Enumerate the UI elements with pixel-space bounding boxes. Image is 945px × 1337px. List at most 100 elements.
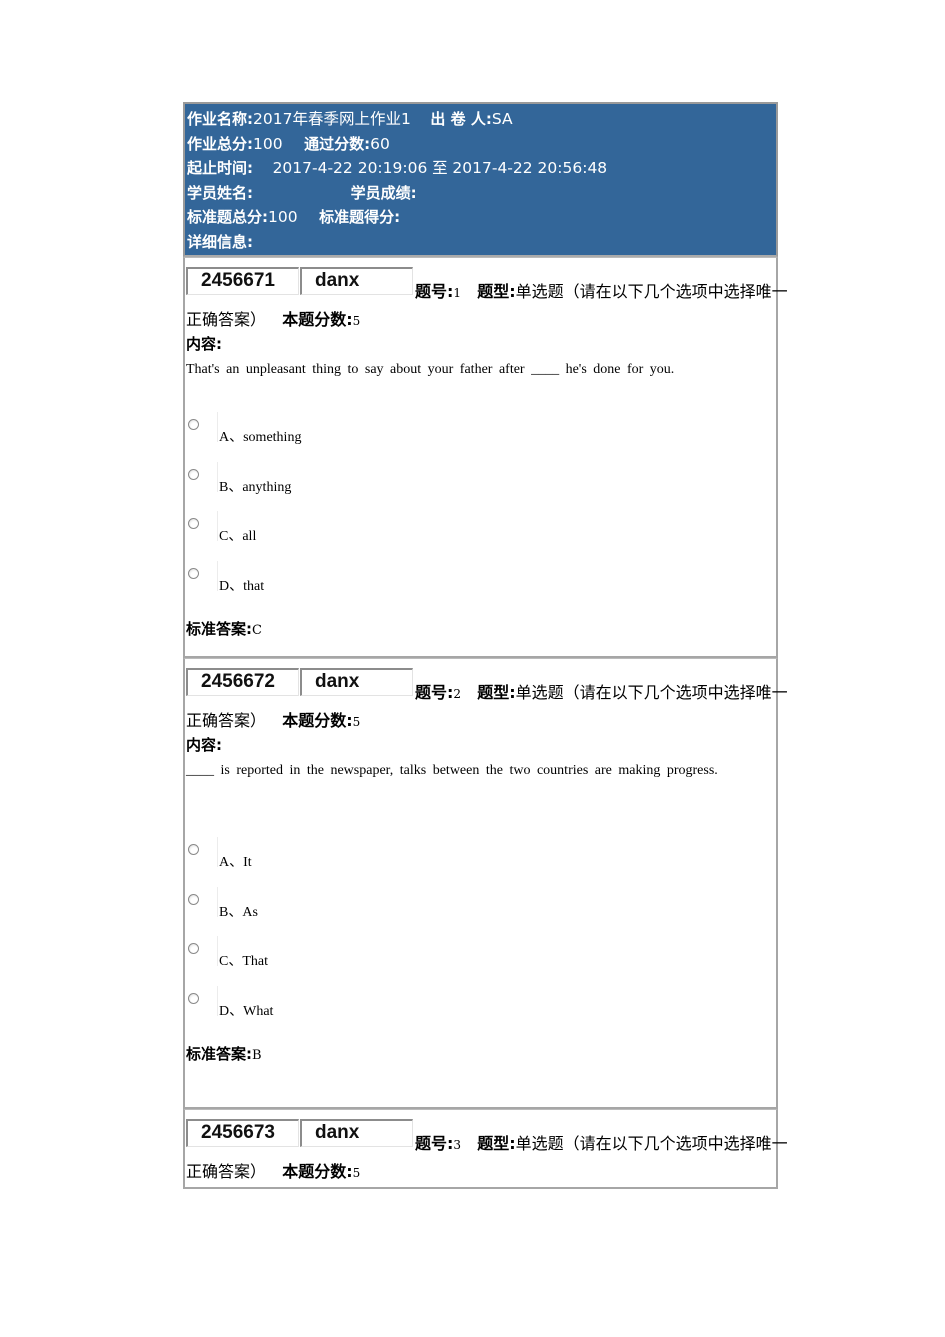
question-type-cont: 正确答案） bbox=[186, 711, 267, 730]
question-id-field[interactable]: 2456673 bbox=[186, 1119, 299, 1147]
question-type-label: 题型: bbox=[477, 1134, 516, 1153]
question-meta: 题号:3 题型:单选题（请在以下几个选项中选择唯一 bbox=[415, 1130, 788, 1154]
answer-label: 标准答案: bbox=[186, 620, 252, 639]
question-score: 5 bbox=[352, 1166, 361, 1180]
option-divider bbox=[217, 886, 218, 917]
question-number-label: 题号: bbox=[415, 1134, 454, 1153]
question-code-field[interactable]: danx bbox=[300, 1119, 413, 1147]
option-b[interactable]: B、As bbox=[185, 886, 776, 937]
assignment-page: 作业名称:2017年春季网上作业1 出 卷 人:SA 作业总分:100 通过分数… bbox=[183, 102, 788, 1189]
option-d[interactable]: D、that bbox=[185, 560, 776, 611]
author-label: 出 卷 人: bbox=[430, 110, 492, 128]
content-label: 内容: bbox=[185, 733, 776, 758]
radio-icon[interactable] bbox=[188, 893, 199, 905]
standard-score-row: 标准题总分:100 标准题得分: bbox=[187, 205, 774, 230]
assignment-name: 2017年春季网上作业1 bbox=[253, 110, 411, 128]
standard-answer: 标准答案:B bbox=[185, 1041, 776, 1067]
question-meta-line2: 正确答案） 本题分数:5 bbox=[185, 308, 776, 332]
question-type: 单选题（请在以下几个选项中选择唯一 bbox=[515, 282, 788, 301]
option-label: B、anything bbox=[219, 479, 292, 495]
std-total: 100 bbox=[268, 208, 298, 227]
author: SA bbox=[491, 110, 513, 128]
option-c[interactable]: C、all bbox=[185, 511, 776, 561]
time-row: 起止时间: 2017-4-22 20:19:06 至 2017-4-22 20:… bbox=[187, 156, 774, 181]
radio-icon[interactable] bbox=[188, 943, 199, 955]
answer-label: 标准答案: bbox=[186, 1045, 252, 1064]
question-score: 5 bbox=[352, 314, 361, 328]
std-got-label: 标准题得分: bbox=[319, 208, 401, 227]
student-row: 学员姓名: 学员成绩: bbox=[187, 181, 774, 206]
radio-icon[interactable] bbox=[188, 844, 199, 855]
question-type-cont: 正确答案） bbox=[186, 310, 267, 329]
question-number: 2 bbox=[453, 687, 462, 701]
score-row: 作业总分:100 通过分数:60 bbox=[187, 132, 774, 157]
question-top: 2456673 danx 题号:3 题型:单选题（请在以下几个选项中选择唯一 bbox=[185, 1110, 788, 1153]
question-score-label: 本题分数: bbox=[282, 1162, 353, 1181]
content-label-text: 内容: bbox=[186, 335, 222, 353]
start-time: 2017-4-22 20:19:06 bbox=[272, 159, 428, 178]
question-number: 1 bbox=[453, 286, 462, 300]
detail-label: 详细信息: bbox=[187, 232, 253, 251]
question-code-field[interactable]: danx bbox=[300, 267, 413, 295]
option-label: D、that bbox=[219, 578, 265, 594]
question-meta: 题号:2 题型:单选题（请在以下几个选项中选择唯一 bbox=[415, 679, 788, 703]
standard-answer: 标准答案:C bbox=[185, 616, 776, 642]
option-a[interactable]: A、something bbox=[185, 412, 776, 462]
student-name-label: 学员姓名: bbox=[187, 183, 253, 202]
question-top: 2456671 danx 题号:1 题型:单选题（请在以下几个选项中选择唯一 bbox=[185, 258, 788, 301]
question-type: 单选题（请在以下几个选项中选择唯一 bbox=[515, 1134, 788, 1153]
question-content: ____ is reported in the newspaper, talks… bbox=[186, 763, 718, 778]
content-label: 内容: bbox=[185, 332, 776, 357]
option-label: C、all bbox=[219, 529, 257, 545]
option-label: C、That bbox=[219, 954, 268, 970]
content-label-text: 内容: bbox=[186, 736, 222, 754]
option-label: D、What bbox=[219, 1003, 274, 1019]
pass-score-label: 通过分数: bbox=[304, 134, 371, 153]
question-score-label: 本题分数: bbox=[282, 310, 353, 329]
radio-icon[interactable] bbox=[188, 518, 199, 530]
question-score-label: 本题分数: bbox=[282, 711, 353, 730]
question-id-field[interactable]: 2456672 bbox=[186, 668, 299, 696]
answer-value: C bbox=[252, 623, 262, 639]
question-type-label: 题型: bbox=[477, 683, 516, 702]
assignment-name-label: 作业名称: bbox=[187, 110, 253, 128]
question-type-label: 题型: bbox=[477, 282, 516, 301]
detail-row: 详细信息: bbox=[187, 230, 774, 255]
option-label: A、It bbox=[219, 855, 252, 870]
end-time: 2017-4-22 20:56:48 bbox=[452, 159, 608, 178]
option-label: A、something bbox=[219, 430, 302, 445]
question-code-field[interactable]: danx bbox=[300, 668, 413, 696]
assignment-name-row: 作业名称:2017年春季网上作业1 出 卷 人:SA bbox=[187, 107, 774, 132]
time-label: 起止时间: bbox=[187, 159, 253, 178]
option-divider bbox=[217, 412, 218, 442]
std-total-label: 标准题总分: bbox=[187, 208, 268, 227]
total-score-label: 作业总分: bbox=[187, 134, 253, 153]
question-type-cont: 正确答案） bbox=[186, 1162, 267, 1181]
option-b[interactable]: B、anything bbox=[185, 461, 776, 512]
option-d[interactable]: D、What bbox=[185, 985, 776, 1036]
question-number: 3 bbox=[453, 1138, 462, 1152]
question-block: 2456671 danx 题号:1 题型:单选题（请在以下几个选项中选择唯一 正… bbox=[183, 257, 788, 658]
time-separator: 至 bbox=[432, 159, 448, 178]
option-a[interactable]: A、It bbox=[185, 837, 776, 887]
question-meta-line2: 正确答案） 本题分数:5 bbox=[185, 709, 776, 733]
question-block: 2456673 danx 题号:3 题型:单选题（请在以下几个选项中选择唯一 正… bbox=[183, 1109, 788, 1189]
options-list: A、something B、anything C、all D、that bbox=[185, 412, 776, 610]
question-top: 2456672 danx 题号:2 题型:单选题（请在以下几个选项中选择唯一 bbox=[185, 659, 788, 702]
radio-icon[interactable] bbox=[188, 567, 199, 579]
options-list: A、It B、As C、That D、What bbox=[185, 837, 776, 1035]
pass-score: 60 bbox=[370, 134, 390, 153]
question-id-field[interactable]: 2456671 bbox=[186, 267, 299, 295]
option-divider bbox=[217, 837, 218, 867]
option-divider bbox=[217, 560, 218, 591]
question-score: 5 bbox=[352, 715, 361, 729]
option-c[interactable]: C、That bbox=[185, 936, 776, 986]
question-number-label: 题号: bbox=[415, 683, 454, 702]
question-number-label: 题号: bbox=[415, 282, 454, 301]
radio-icon[interactable] bbox=[188, 468, 199, 480]
total-score: 100 bbox=[253, 134, 283, 153]
option-label: B、As bbox=[219, 904, 258, 920]
radio-icon[interactable] bbox=[188, 992, 199, 1004]
radio-icon[interactable] bbox=[188, 419, 199, 430]
answer-value: B bbox=[252, 1048, 262, 1064]
